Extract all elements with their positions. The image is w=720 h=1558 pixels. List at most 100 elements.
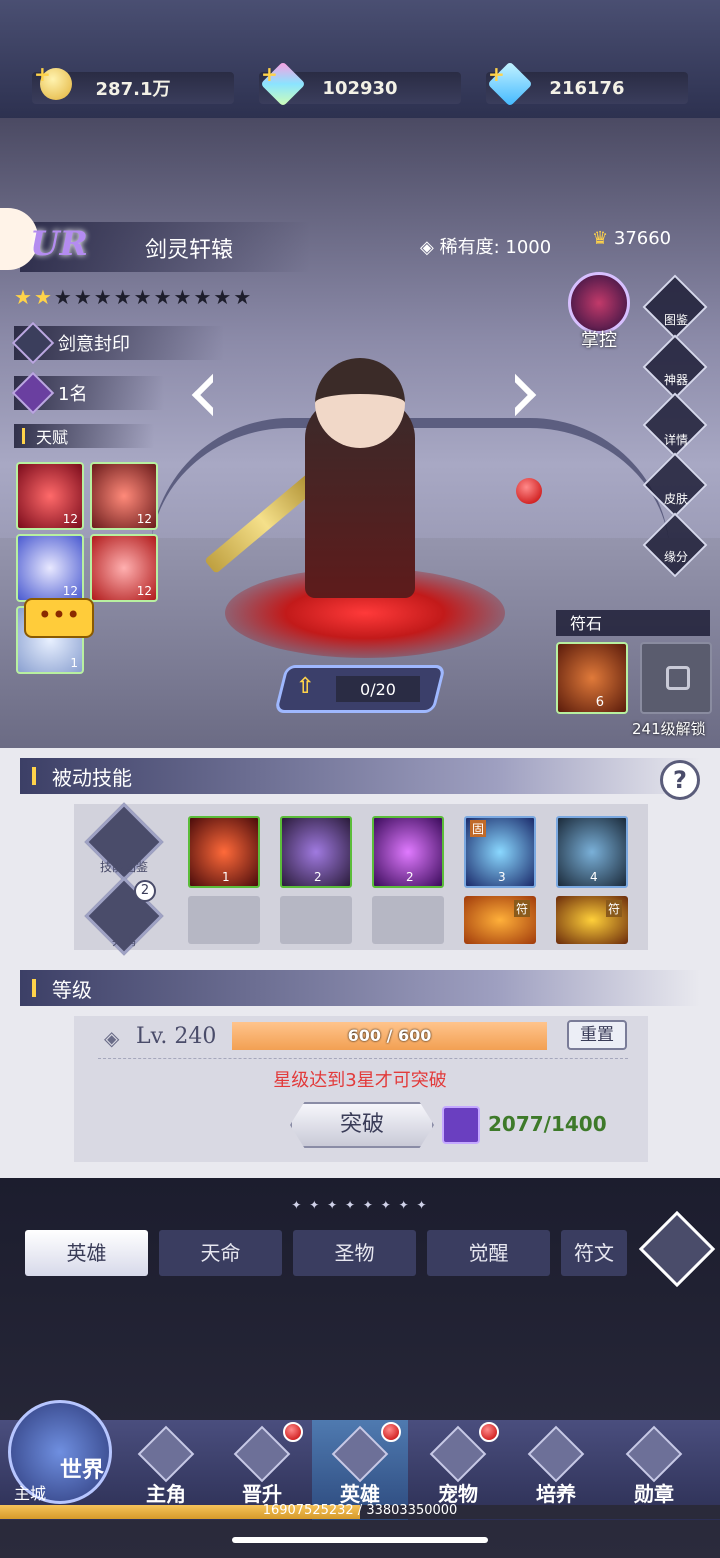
star-icon: ★ [113,285,132,309]
passive-skill-1[interactable]: 1 [188,816,260,888]
locked-skill-slot[interactable] [188,896,260,944]
plus-icon: + [34,62,51,86]
diamond-bullet-icon: ◈ [420,237,434,258]
star-icon: ★ [233,285,252,309]
protagonist-icon [137,1425,195,1483]
rank-tag[interactable]: 1名 [11,371,164,415]
exp-bar: 600 / 600 [232,1022,547,1050]
passive-skill-header: 被动技能 [20,758,700,794]
breakthrough-button[interactable]: 突破 [290,1102,434,1148]
notification-dot [479,1422,499,1442]
purple-orb-icon [442,1106,480,1144]
hero-helmet-icon [331,1425,389,1483]
player-exp-text: 16907525232 / 33803350000 [262,1503,458,1518]
talent-slot-2[interactable]: 12 [90,462,158,530]
hero-head[interactable] [315,358,405,448]
help-button[interactable]: ? [660,760,700,800]
details-label: 详情 [663,433,688,447]
notification-dot [516,478,542,504]
talent-slot-1[interactable]: 12 [16,462,84,530]
promote-icon [233,1425,291,1483]
rank-progress: 0/20 [336,676,420,702]
resonance-badge: 2 [134,880,156,902]
diamond-resource[interactable]: + 216176 [486,61,688,107]
hero-title: 剑意封印 [58,334,130,355]
tab-hero[interactable]: 英雄 [25,1230,148,1276]
pet-icon [429,1425,487,1483]
codex-label: 图鉴 [663,313,688,327]
rune-skill-slot[interactable]: 符 [556,896,628,944]
star-icon: ★ [213,285,232,309]
resonance-label: 共鸣 [111,934,136,948]
star-icon: ★ [73,285,92,309]
medal-icon [625,1425,683,1483]
breakthrough-requirement: 星级达到3星才可突破 [273,1070,447,1091]
crossed-swords-icon [11,321,55,365]
crown-icon: ♛ [592,228,609,249]
star-icon: ★ [173,285,192,309]
star-icon: ★ [93,285,112,309]
rune-unlock-text: 241级解锁 [632,720,706,738]
skin-label: 皮肤 [663,492,688,506]
grade-badge: UR [30,224,88,264]
hero-title-tag[interactable]: 剑意封印 [11,321,224,365]
passive-skill-2[interactable]: 2 [280,816,352,888]
skill-tag: 固 [470,820,487,837]
rarity-label: 稀有度: [439,237,500,258]
tab-relic[interactable]: 圣物 [293,1230,416,1276]
locked-skill-slot[interactable] [280,896,352,944]
divider [98,1058,628,1059]
skill-codex-label: 技能图鉴 [99,860,148,874]
tab-rune[interactable]: 符文 [561,1230,627,1276]
rune-slot-1[interactable]: 6 [556,642,628,714]
notification-dot [381,1422,401,1442]
diamond-value: 216176 [549,77,625,99]
power-value: 37660 [613,228,672,249]
tab-destiny[interactable]: 天命 [159,1230,282,1276]
hero-rank: 1名 [58,384,88,405]
passive-skill-3[interactable]: 2 [372,816,444,888]
tab-awaken[interactable]: 觉醒 [427,1230,550,1276]
train-icon [527,1425,585,1483]
plus-icon: + [261,62,278,86]
power: ♛ 37660 [592,228,671,249]
level-header: 等级 [20,970,700,1006]
star-rating: ★ ★ ★ ★ ★ ★ ★ ★ ★ ★ ★ ★ [14,285,251,309]
control-button[interactable] [568,272,630,334]
notification-dot [283,1422,303,1442]
gem-resource[interactable]: + 102930 [259,61,461,107]
rune-label: 符石 [556,610,710,636]
diamond-bullet-icon: ◈ [104,1026,120,1050]
hero-name: 剑灵轩辕 [145,238,234,263]
lock-icon [666,666,690,690]
passive-skill-4[interactable]: 3 固 [464,816,536,888]
artifact-label: 神器 [663,373,688,387]
reset-button[interactable]: 重置 [567,1020,627,1050]
locked-skill-slot[interactable] [372,896,444,944]
level-text: Lv. 240 [136,1024,217,1049]
chat-bubble-icon[interactable]: ••• [24,598,94,638]
gem-value: 102930 [322,77,398,99]
star-icon: ★ [193,285,212,309]
fate-label: 缘分 [663,550,688,564]
rarity-value: 1000 [505,237,552,258]
rune-slot-2-locked[interactable] [640,642,712,714]
divider-ornament: ✦ ✦ ✦ ✦ ✦ ✦ ✦ ✦ [291,1198,429,1212]
rune-skill-slot[interactable]: 符 [464,896,536,944]
talent-slot-3[interactable]: 12 [16,534,84,602]
city-label[interactable]: 主城 [14,1480,46,1504]
home-indicator[interactable] [232,1537,488,1543]
breakthrough-cost: 2077/1400 [488,1112,607,1136]
talent-slot-4[interactable]: 12 [90,534,158,602]
star-icon: ★ [33,285,52,309]
gold-resource[interactable]: + 287.1万 [32,62,234,104]
control-label: 掌控 [581,330,617,351]
star-icon: ★ [14,285,32,309]
star-icon: ★ [133,285,152,309]
passive-skill-5[interactable]: 4 [556,816,628,888]
plus-icon: + [488,62,505,86]
talent-label: 天赋 [14,424,154,448]
rarity: ◈ 稀有度: 1000 [420,233,551,259]
world-label: 世界 [60,1458,105,1483]
star-icon: ★ [53,285,72,309]
